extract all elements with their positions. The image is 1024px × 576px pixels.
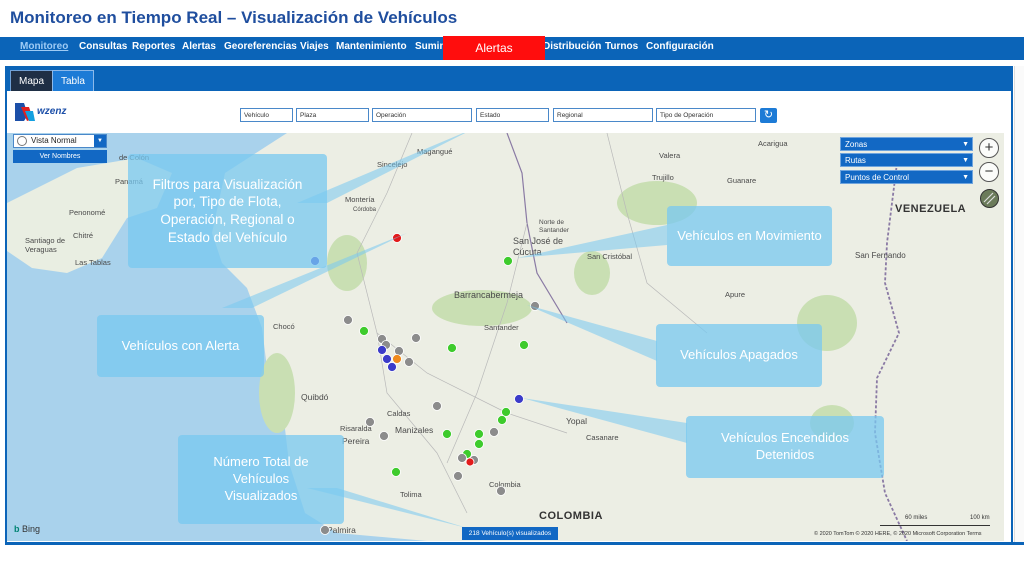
bing-icon: b — [14, 524, 20, 534]
zoom-in-button[interactable]: + — [979, 138, 999, 158]
nav-mantenimiento[interactable]: Mantenimiento — [336, 41, 407, 52]
nav-distribucion[interactable]: Distribución — [543, 41, 601, 52]
map-style-button[interactable] — [980, 189, 999, 208]
user-icon — [17, 136, 27, 146]
bing-label: Bing — [22, 524, 41, 534]
vehicle-marker-moving[interactable] — [474, 439, 484, 449]
moving-markers — [359, 256, 529, 477]
callout-filtros: Filtros para Visualización por, Tipo de … — [128, 154, 327, 268]
vehicle-marker-off[interactable] — [489, 427, 499, 437]
callout-apagados: Vehículos Apagados — [656, 324, 822, 387]
scale-miles: 60 miles — [905, 515, 928, 521]
vehicle-marker-moving[interactable] — [359, 326, 369, 336]
filter-vehiculo[interactable]: Vehículo — [240, 108, 293, 122]
chevron-down-icon: ▼ — [962, 141, 969, 148]
off-markers — [320, 301, 540, 535]
scale-km: 100 km — [970, 515, 990, 521]
vehicle-marker-moving[interactable] — [447, 343, 457, 353]
page-title: Monitoreo en Tiempo Real – Visualización… — [10, 8, 458, 27]
vehicle-marker-off[interactable] — [394, 346, 404, 356]
vehicle-marker-off[interactable] — [379, 431, 389, 441]
nav-alertas[interactable]: Alertas — [182, 41, 216, 52]
tab-tabla[interactable]: Tabla — [52, 70, 94, 92]
layer-dropdown-zonas[interactable]: Zonas ▼ — [840, 137, 973, 151]
filter-plaza[interactable]: Plaza — [296, 108, 369, 122]
vehicle-marker-moving[interactable] — [474, 429, 484, 439]
vehicle-marker-moving[interactable] — [391, 467, 401, 477]
vehicle-marker-off[interactable] — [496, 486, 506, 496]
show-names-button[interactable]: Ver Nombres — [13, 150, 107, 163]
chevron-down-icon: ▼ — [962, 174, 969, 181]
bing-logo: b Bing — [14, 524, 40, 534]
filter-operacion[interactable]: Operación — [372, 108, 472, 122]
total-vehicles-badge: 218 Vehículo(s) visualizados — [462, 527, 558, 540]
view-select[interactable]: Vista Normal ▼ — [13, 134, 107, 148]
callout-total: Número Total de Vehículos Visualizados — [178, 435, 344, 524]
nav-configuracion[interactable]: Configuración — [646, 41, 714, 52]
vehicle-marker-off[interactable] — [343, 315, 353, 325]
vehicle-marker-stopped[interactable] — [377, 345, 387, 355]
nav-reportes[interactable]: Reportes — [132, 41, 175, 52]
filter-regional[interactable]: Regional — [553, 108, 653, 122]
layer-dropdown-puntos[interactable]: Puntos de Control ▼ — [840, 170, 973, 184]
vehicle-marker-off[interactable] — [365, 417, 375, 427]
page-scrollbar[interactable] — [1014, 66, 1024, 542]
stopped-on-markers — [310, 256, 524, 404]
bottom-bar — [5, 542, 1024, 545]
callout-encendidos: Vehículos Encendidos Detenidos — [686, 416, 884, 478]
vehicle-marker-off[interactable] — [530, 301, 540, 311]
vehicle-marker-alert[interactable] — [465, 457, 475, 467]
filter-estado[interactable]: Estado — [476, 108, 549, 122]
vehicle-marker-off[interactable] — [404, 357, 414, 367]
plus-icon: + — [984, 139, 994, 156]
filter-tipo-operacion[interactable]: Tipo de Operación — [656, 108, 756, 122]
nav-turnos[interactable]: Turnos — [605, 41, 638, 52]
vehicle-marker-stopped[interactable] — [387, 362, 397, 372]
callout-movimiento: Vehículos en Movimiento — [667, 206, 832, 266]
vehicle-marker-stopped[interactable] — [514, 394, 524, 404]
vehicle-marker-stopped[interactable] — [382, 354, 392, 364]
refresh-button[interactable]: ↻ — [760, 108, 777, 123]
vehicle-marker-alert[interactable] — [392, 354, 402, 364]
tab-mapa[interactable]: Mapa — [10, 70, 54, 92]
nav-viajes[interactable]: Viajes — [300, 41, 329, 52]
map-copyright[interactable]: © 2020 TomTom © 2020 HERE, © 2020 Micros… — [814, 531, 982, 537]
tab-bar: Mapa Tabla — [7, 68, 1011, 92]
refresh-icon: ↻ — [763, 109, 774, 121]
map-canvas[interactable]: Magangué Sincelejo Montería Córdoba de C… — [7, 133, 1004, 541]
view-select-value: Vista Normal — [31, 136, 77, 145]
alerts-button[interactable]: Alertas — [443, 36, 545, 60]
vehicle-marker-off[interactable] — [320, 525, 330, 535]
layer-dropdown-rutas[interactable]: Rutas ▼ — [840, 153, 973, 167]
vehicle-marker-moving[interactable] — [497, 415, 507, 425]
vehicle-marker-off[interactable] — [411, 333, 421, 343]
vehicle-marker-off[interactable] — [432, 401, 442, 411]
nav-georeferencias[interactable]: Georeferencias — [224, 41, 297, 52]
minus-icon: − — [984, 163, 994, 180]
nav-suministros[interactable]: Sumin — [415, 41, 446, 52]
chevron-down-icon: ▼ — [962, 157, 969, 164]
vehicle-marker-moving[interactable] — [519, 340, 529, 350]
satellite-icon — [983, 192, 996, 205]
layer-dropdown-label: Zonas — [845, 140, 868, 149]
vehicle-marker-moving[interactable] — [442, 429, 452, 439]
nav-monitoreo[interactable]: Monitoreo — [20, 41, 68, 52]
callout-alerta: Vehículos con Alerta — [97, 315, 264, 377]
vehicle-marker-moving[interactable] — [501, 407, 511, 417]
vehicle-marker-off[interactable] — [453, 471, 463, 481]
nav-consultas[interactable]: Consultas — [79, 41, 127, 52]
vehicle-marker-moving[interactable] — [503, 256, 513, 266]
layer-dropdown-label: Rutas — [845, 156, 866, 165]
brand-name: wzenz — [37, 106, 67, 117]
layer-dropdown-label: Puntos de Control — [845, 173, 910, 182]
chevron-down-icon: ▼ — [94, 135, 106, 147]
scale-bar — [880, 522, 990, 526]
vehicle-marker-off[interactable] — [457, 453, 467, 463]
vehicle-marker-alert[interactable] — [392, 233, 402, 243]
zoom-out-button[interactable]: − — [979, 162, 999, 182]
